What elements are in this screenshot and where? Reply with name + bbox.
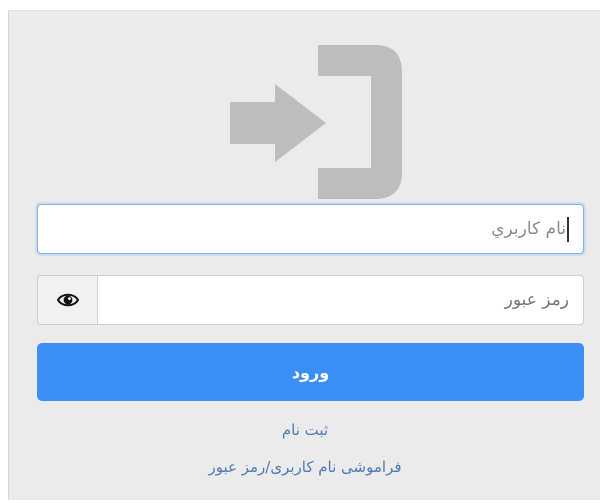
password-field[interactable]	[97, 275, 584, 325]
text-caret	[567, 217, 569, 242]
username-field[interactable]: نام کاربري	[37, 204, 584, 254]
forgot-credentials-link[interactable]: فراموشی نام کاربری/رمز عبور	[9, 458, 601, 476]
password-input-group	[37, 275, 584, 325]
login-icon	[230, 45, 402, 199]
username-value: نام کاربري	[491, 219, 566, 239]
eye-icon	[56, 293, 79, 307]
login-panel: نام کاربري ورود ثبت نام فراموشی نام کارب…	[8, 10, 600, 500]
login-button[interactable]: ورود	[37, 343, 584, 401]
register-link[interactable]: ثبت نام	[9, 421, 601, 439]
password-visibility-toggle[interactable]	[37, 275, 97, 325]
password-input[interactable]	[98, 276, 583, 324]
